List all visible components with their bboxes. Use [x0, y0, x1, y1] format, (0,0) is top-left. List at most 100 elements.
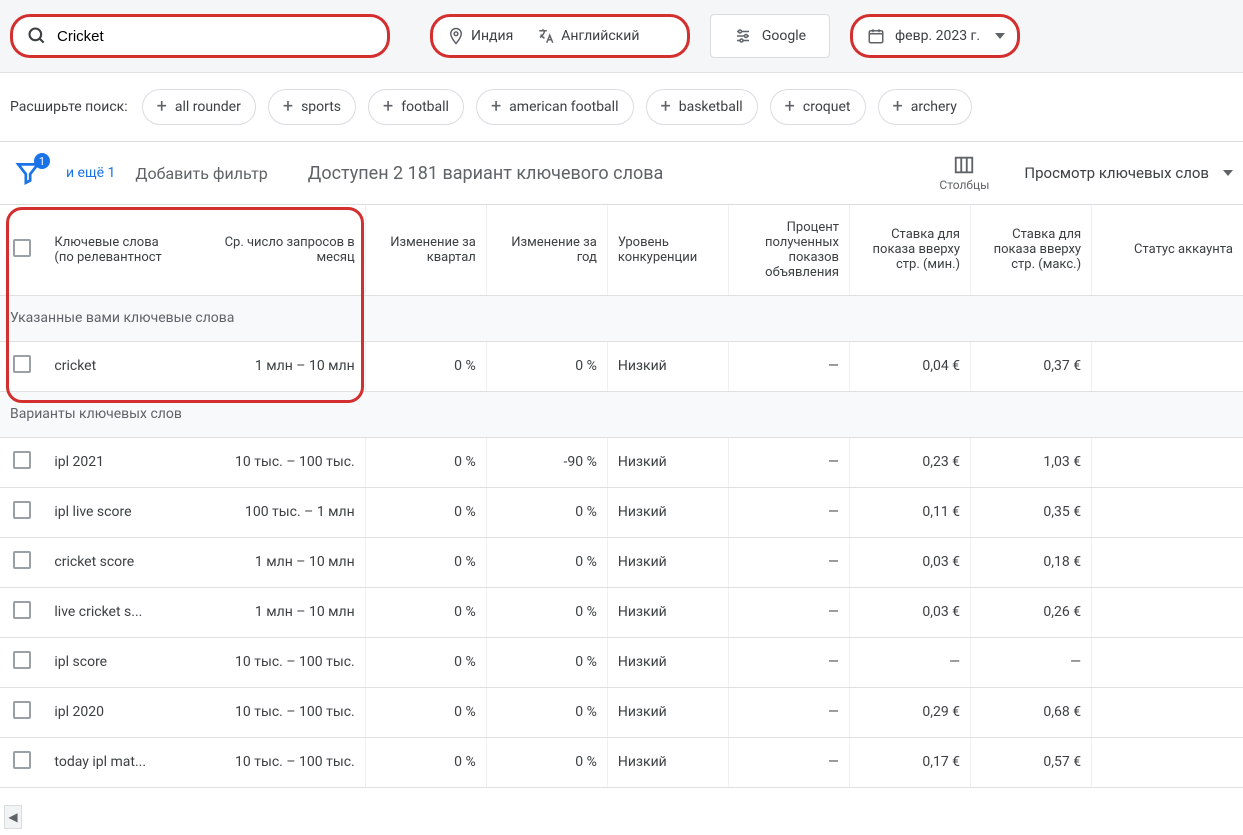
- row-checkbox[interactable]: [13, 701, 31, 719]
- filter-count-badge: 1: [34, 153, 50, 169]
- header-change-quarter[interactable]: Изменение за квартал: [365, 205, 486, 295]
- plus-icon: +: [157, 98, 167, 116]
- top-bar: Индия Английский Google февр. 2023 г.: [0, 0, 1243, 73]
- cell-competition: Низкий: [607, 487, 728, 537]
- cell-volume: 1 млн – 10 млн: [174, 341, 366, 391]
- expand-chip[interactable]: +archery: [878, 89, 972, 125]
- cell-keyword[interactable]: today ipl mat...: [44, 737, 173, 787]
- cell-change-year: 0 %: [486, 537, 607, 587]
- cell-bid-low: 0,03 €: [849, 537, 970, 587]
- date-range-selector[interactable]: февр. 2023 г.: [850, 14, 1020, 58]
- header-bid-low[interactable]: Ставка для показа вверху стр. (мин.): [849, 205, 970, 295]
- plus-icon: +: [383, 98, 393, 116]
- cell-volume: 10 тыс. – 100 тыс.: [174, 437, 366, 487]
- section-label: Варианты ключевых слов: [0, 391, 1243, 437]
- cell-competition: Низкий: [607, 587, 728, 637]
- cell-competition: Низкий: [607, 687, 728, 737]
- row-checkbox[interactable]: [13, 501, 31, 519]
- scroll-left-arrow[interactable]: ◀: [4, 805, 22, 829]
- cell-impression: —: [728, 537, 849, 587]
- cell-status: [1092, 537, 1243, 587]
- chip-label: football: [401, 99, 449, 115]
- more-filters-link[interactable]: и ещё 1: [66, 165, 115, 181]
- cell-status: [1092, 341, 1243, 391]
- search-engine-selector[interactable]: Google: [710, 14, 830, 58]
- expand-chip[interactable]: +sports: [268, 89, 356, 125]
- cell-impression: —: [728, 587, 849, 637]
- cell-keyword[interactable]: ipl score: [44, 637, 173, 687]
- columns-label: Столбцы: [939, 178, 989, 192]
- plus-icon: +: [785, 98, 795, 116]
- cell-keyword[interactable]: cricket score: [44, 537, 173, 587]
- cell-competition: Низкий: [607, 637, 728, 687]
- chevron-down-icon: [995, 33, 1005, 39]
- table-row: today ipl mat...10 тыс. – 100 тыс.0 %0 %…: [0, 737, 1243, 787]
- view-dropdown[interactable]: Просмотр ключевых слов: [1024, 164, 1233, 182]
- plus-icon: +: [661, 98, 671, 116]
- plus-icon: +: [283, 98, 293, 116]
- cell-bid-high: 0,37 €: [971, 341, 1092, 391]
- cell-keyword[interactable]: ipl 2021: [44, 437, 173, 487]
- filter-funnel-button[interactable]: 1: [10, 155, 46, 191]
- cell-bid-low: —: [849, 637, 970, 687]
- filter-bar: 1 и ещё 1 Добавить фильтр Доступен 2 181…: [0, 142, 1243, 205]
- row-checkbox[interactable]: [13, 751, 31, 769]
- header-keyword[interactable]: Ключевые слова (по релевантност: [44, 205, 173, 295]
- cell-impression: —: [728, 687, 849, 737]
- expand-search-row: Расширьте поиск: +all rounder+sports+foo…: [0, 73, 1243, 142]
- header-competition[interactable]: Уровень конкуренции: [607, 205, 728, 295]
- expand-chip[interactable]: +american football: [476, 89, 634, 125]
- cell-change-year: -90 %: [486, 437, 607, 487]
- header-change-year[interactable]: Изменение за год: [486, 205, 607, 295]
- columns-button[interactable]: Столбцы: [924, 154, 1004, 192]
- location-language-selector[interactable]: Индия Английский: [430, 14, 690, 58]
- row-checkbox[interactable]: [13, 355, 31, 373]
- row-checkbox[interactable]: [13, 551, 31, 569]
- header-bid-high[interactable]: Ставка для показа вверху стр. (макс.): [971, 205, 1092, 295]
- keyword-table-container: Ключевые слова (по релевантност Ср. числ…: [0, 205, 1243, 788]
- expand-chip[interactable]: + all rounder: [142, 89, 256, 125]
- cell-status: [1092, 487, 1243, 537]
- cell-bid-low: 0,17 €: [849, 737, 970, 787]
- cell-keyword[interactable]: cricket: [44, 341, 173, 391]
- chip-label: all rounder: [175, 99, 241, 115]
- cell-bid-high: 0,18 €: [971, 537, 1092, 587]
- cell-bid-high: 0,68 €: [971, 687, 1092, 737]
- header-status[interactable]: Статус аккаунта: [1092, 205, 1243, 295]
- header-volume[interactable]: Ср. число запросов в месяц: [174, 205, 366, 295]
- cell-volume: 10 тыс. – 100 тыс.: [174, 687, 366, 737]
- cell-impression: —: [728, 487, 849, 537]
- cell-bid-low: 0,23 €: [849, 437, 970, 487]
- cell-impression: —: [728, 341, 849, 391]
- cell-impression: —: [728, 737, 849, 787]
- chip-label: croquet: [803, 99, 851, 115]
- cell-bid-low: 0,11 €: [849, 487, 970, 537]
- row-checkbox[interactable]: [13, 601, 31, 619]
- cell-keyword[interactable]: ipl live score: [44, 487, 173, 537]
- table-row: live cricket s...1 млн – 10 млн0 %0 %Низ…: [0, 587, 1243, 637]
- row-checkbox[interactable]: [13, 451, 31, 469]
- cell-status: [1092, 737, 1243, 787]
- keyword-table: Ключевые слова (по релевантност Ср. числ…: [0, 205, 1243, 788]
- cell-change-quarter: 0 %: [365, 687, 486, 737]
- expand-chip[interactable]: + croquet: [770, 89, 866, 125]
- chevron-down-icon: [1223, 170, 1233, 176]
- select-all-checkbox[interactable]: [13, 239, 31, 257]
- cell-keyword[interactable]: ipl 2020: [44, 687, 173, 737]
- header-impression-share[interactable]: Процент полученных показов объявления: [728, 205, 849, 295]
- results-title: Доступен 2 181 вариант ключевого слова: [308, 163, 905, 184]
- expand-chip[interactable]: + football: [368, 89, 464, 125]
- cell-keyword[interactable]: live cricket s...: [44, 587, 173, 637]
- location-value: Индия: [471, 28, 513, 44]
- row-checkbox[interactable]: [13, 651, 31, 669]
- add-filter-button[interactable]: Добавить фильтр: [135, 164, 267, 183]
- expand-chip[interactable]: +basketball: [646, 89, 758, 125]
- cell-change-quarter: 0 %: [365, 737, 486, 787]
- search-engine-value: Google: [762, 28, 806, 44]
- table-row: cricket1 млн – 10 млн0 %0 %Низкий—0,04 €…: [0, 341, 1243, 391]
- search-input[interactable]: [57, 28, 373, 45]
- plus-icon: +: [893, 98, 903, 116]
- cell-change-year: 0 %: [486, 341, 607, 391]
- cell-competition: Низкий: [607, 341, 728, 391]
- search-input-container[interactable]: [10, 14, 390, 58]
